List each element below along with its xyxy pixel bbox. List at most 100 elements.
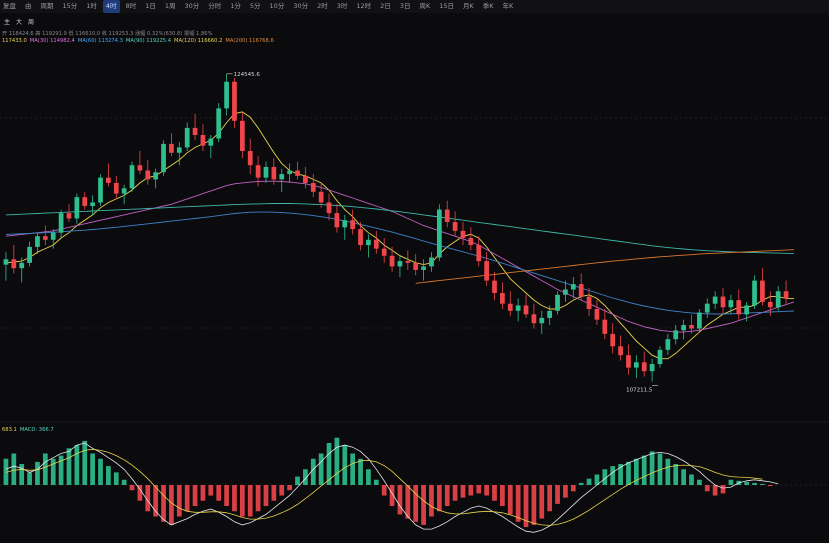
candle-body — [153, 172, 159, 180]
macd-bar — [255, 485, 261, 512]
macd-bar — [287, 485, 292, 491]
candle — [239, 111, 245, 159]
candle-body — [255, 165, 261, 178]
candle-body — [697, 312, 702, 329]
candle — [413, 253, 419, 276]
candle-body — [366, 239, 371, 246]
macd-bar — [200, 485, 206, 501]
candle — [113, 175, 119, 199]
candle — [594, 300, 600, 325]
macd-bar — [476, 485, 482, 494]
candle — [539, 310, 545, 334]
candle — [452, 211, 458, 237]
candle — [681, 319, 686, 340]
candle — [247, 138, 253, 175]
candle — [381, 237, 387, 263]
macd-bar — [192, 485, 198, 506]
candle — [373, 230, 379, 254]
candle — [783, 280, 789, 304]
macd-bar — [106, 466, 111, 485]
left-toolbar: 主大周 — [4, 18, 34, 26]
macd-bar — [334, 437, 340, 485]
candle-body — [563, 289, 568, 295]
candle-body — [492, 280, 497, 294]
candle — [515, 298, 521, 322]
candle-body — [66, 213, 72, 219]
candle-body — [507, 303, 513, 311]
candle — [74, 193, 80, 224]
candle-body — [82, 197, 88, 207]
macd-bar — [216, 485, 222, 501]
macd-bar — [129, 485, 135, 491]
macd-bar — [752, 482, 757, 485]
candle — [35, 232, 40, 254]
candle — [3, 252, 9, 281]
candle-body — [74, 197, 80, 219]
macd-bar — [649, 451, 655, 485]
macd-bar — [641, 455, 647, 485]
candle-body — [287, 170, 292, 175]
candle-body — [200, 135, 206, 146]
candle — [602, 309, 608, 340]
candle — [460, 222, 466, 246]
candle-body — [35, 236, 40, 247]
macd-bar — [515, 485, 521, 522]
candles — [3, 73, 789, 382]
candle-body — [11, 259, 17, 269]
macd-bar — [224, 485, 229, 506]
candle-body — [523, 305, 529, 315]
macd-bar — [610, 466, 616, 485]
candle-body — [547, 310, 553, 318]
candle — [657, 346, 663, 368]
candle — [626, 344, 631, 375]
left-tool-icon-2[interactable]: 周 — [28, 19, 34, 26]
candle — [649, 358, 655, 382]
macd-bar — [19, 464, 25, 485]
candle-body — [137, 165, 143, 171]
ma-line-ma_short — [5, 111, 794, 360]
macd-bar — [176, 485, 182, 517]
candle-body — [326, 202, 332, 214]
macd-bar — [570, 485, 576, 492]
macd-bar — [397, 485, 403, 515]
candle — [42, 225, 48, 246]
candle — [389, 246, 395, 272]
candle-body — [90, 202, 95, 207]
candle — [271, 158, 277, 185]
candle — [633, 355, 639, 379]
candlestick-chart[interactable]: 124545.6 107211.5 主大周 — [0, 0, 829, 543]
candle-body — [610, 333, 616, 347]
ma-line-ma_teal — [5, 203, 794, 254]
candle — [192, 113, 198, 141]
high-price-label: 124545.6 — [234, 72, 261, 78]
candle-body — [121, 188, 127, 194]
macd-bar — [531, 485, 537, 525]
candle — [712, 291, 718, 310]
macd-bar — [689, 474, 694, 485]
macd-bar — [436, 485, 442, 512]
candle-body — [42, 236, 48, 240]
candle-body — [500, 293, 505, 304]
candle-body — [271, 166, 277, 180]
left-tool-icon-0[interactable]: 主 — [4, 18, 10, 26]
left-tool-icon-1[interactable]: 大 — [16, 18, 22, 26]
candle — [555, 291, 560, 315]
candle-body — [578, 284, 584, 297]
macd-bar — [279, 485, 285, 496]
macd-bar — [547, 485, 553, 512]
candle — [586, 287, 592, 317]
price-annotations: 124545.6 107211.5 — [226, 72, 659, 394]
candle-body — [27, 246, 32, 263]
candle — [58, 209, 64, 238]
macd-bar — [484, 485, 489, 496]
candle — [310, 174, 316, 198]
macd-bar — [744, 481, 750, 485]
macd-bar — [263, 485, 269, 506]
candle-body — [775, 291, 781, 308]
candle — [98, 174, 103, 207]
candle — [760, 268, 765, 306]
candle — [106, 163, 111, 187]
candle-body — [350, 220, 356, 230]
macd-bar — [586, 478, 592, 485]
candle-body — [373, 239, 379, 249]
